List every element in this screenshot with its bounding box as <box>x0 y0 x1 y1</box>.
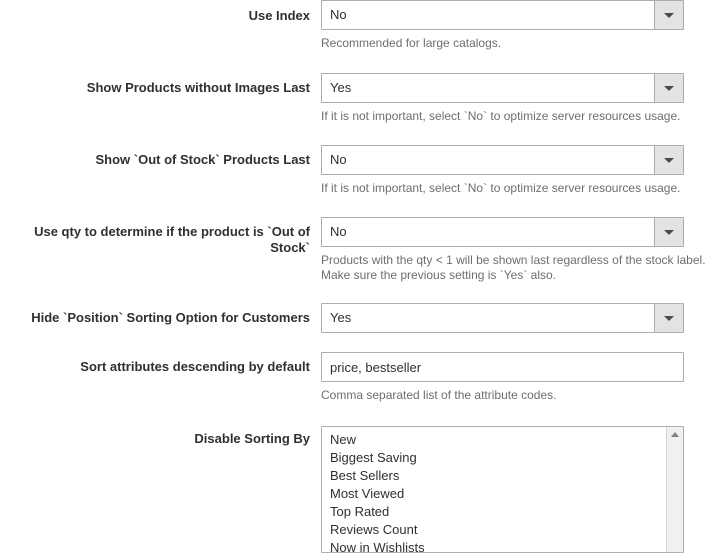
field-label-hide-position-sorting: Hide `Position` Sorting Option for Custo… <box>31 310 310 325</box>
chevron-down-icon <box>664 13 674 18</box>
select-show-products-without-images-last[interactable]: Yes <box>321 73 684 103</box>
scroll-up-arrow-icon[interactable] <box>671 432 679 437</box>
list-item[interactable]: Reviews Count <box>322 521 665 539</box>
list-item[interactable]: Top Rated <box>322 503 665 521</box>
select-show-out-of-stock-products-last[interactable]: No <box>321 145 684 175</box>
list-item[interactable]: Biggest Saving <box>322 449 665 467</box>
field-label-disable-sorting-by: Disable Sorting By <box>194 431 310 446</box>
list-item[interactable]: Most Viewed <box>322 485 665 503</box>
multiselect-disable-sorting-by[interactable]: New Biggest Saving Best Sellers Most Vie… <box>321 426 684 553</box>
select-use-qty-out-of-stock-arrow-button[interactable] <box>654 218 683 246</box>
multiselect-scrollbar[interactable] <box>666 427 683 552</box>
field-note-sort-attributes-descending: Comma separated list of the attribute co… <box>321 388 557 402</box>
list-item[interactable]: Now in Wishlists <box>322 539 665 552</box>
field-note-use-index: Recommended for large catalogs. <box>321 36 502 50</box>
field-label-use-index: Use Index <box>248 8 310 23</box>
field-label-show-products-without-images-last: Show Products without Images Last <box>86 80 310 95</box>
chevron-down-icon <box>664 86 674 91</box>
select-show-products-without-images-last-value: Yes <box>330 80 352 95</box>
field-control-use-qty-out-of-stock: No <box>321 217 684 247</box>
select-hide-position-sorting-value: Yes <box>330 310 352 325</box>
select-show-products-without-images-last-arrow-button[interactable] <box>654 74 683 102</box>
field-label-use-qty-out-of-stock-line1: Use qty to determine if the product is `… <box>34 224 310 239</box>
select-use-index-value: No <box>330 7 347 22</box>
select-hide-position-sorting-arrow-button[interactable] <box>654 304 683 332</box>
list-item[interactable]: Best Sellers <box>322 467 665 485</box>
field-label-show-out-of-stock-products-last: Show `Out of Stock` Products Last <box>95 152 310 167</box>
select-show-out-of-stock-products-last-arrow-button[interactable] <box>654 146 683 174</box>
sort-attributes-descending-input[interactable] <box>321 352 684 382</box>
field-note-show-out-of-stock-products-last: If it is not important, select `No` to o… <box>321 181 681 195</box>
select-hide-position-sorting[interactable]: Yes <box>321 303 684 333</box>
list-item[interactable]: New <box>322 431 665 449</box>
field-control-hide-position-sorting: Yes <box>321 303 684 333</box>
field-control-show-out-of-stock-products-last: No <box>321 145 684 175</box>
field-label-sort-attributes-descending: Sort attributes descending by default <box>80 359 310 374</box>
field-control-sort-attributes-descending <box>321 352 684 382</box>
field-control-show-products-without-images-last: Yes <box>321 73 684 103</box>
field-control-disable-sorting-by: New Biggest Saving Best Sellers Most Vie… <box>321 426 684 553</box>
field-control-use-index: No <box>321 0 684 30</box>
catalog-sorting-config-form: Use Index No Recommended for large catal… <box>0 0 705 553</box>
select-use-qty-out-of-stock[interactable]: No <box>321 217 684 247</box>
field-note-show-products-without-images-last: If it is not important, select `No` to o… <box>321 109 681 123</box>
select-show-out-of-stock-products-last-value: No <box>330 152 347 167</box>
select-use-index[interactable]: No <box>321 0 684 30</box>
field-label-use-qty-out-of-stock-line2: Stock` <box>270 240 310 255</box>
field-note-use-qty-out-of-stock: Products with the qty < 1 will be shown … <box>321 253 705 282</box>
chevron-down-icon <box>664 230 674 235</box>
select-use-qty-out-of-stock-value: No <box>330 224 347 239</box>
select-use-index-arrow-button[interactable] <box>654 1 683 29</box>
chevron-down-icon <box>664 158 674 163</box>
field-label-use-qty-out-of-stock: Use qty to determine if the product is `… <box>0 224 310 256</box>
chevron-down-icon <box>664 316 674 321</box>
multiselect-option-list: New Biggest Saving Best Sellers Most Vie… <box>322 431 665 552</box>
